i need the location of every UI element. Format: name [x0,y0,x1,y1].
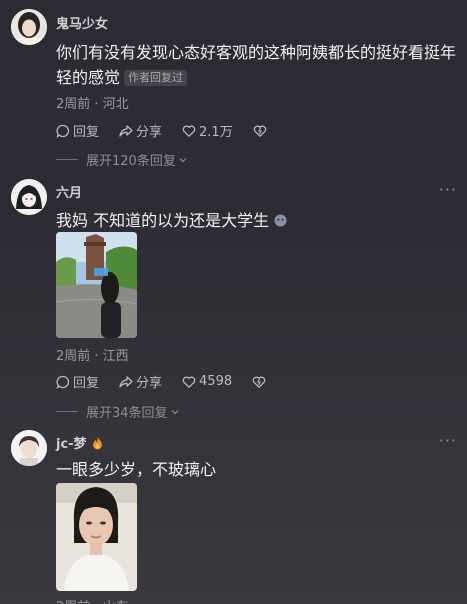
avatar[interactable] [11,430,47,466]
divider [56,159,78,160]
more-options-button[interactable]: ··· [439,180,457,199]
divider [56,411,78,412]
expand-replies-label: 展开120条回复 [86,154,176,169]
reply-icon [56,124,70,138]
comment-actions: 回复 分享 4598 [56,372,266,391]
reply-label: 回复 [73,125,100,140]
expand-replies[interactable]: 展开120条回复 [56,150,188,169]
expand-replies[interactable]: 展开34条回复 [56,402,180,421]
comment-text: 一眼多少岁，不玻璃心 [56,460,217,479]
chevron-down-icon [171,409,178,414]
comment-text-body: 我妈 不知道的以为还是大学生 [56,211,270,230]
comment-meta: 2周前 · 江西 [56,349,129,364]
heart-icon [182,376,196,388]
comment-actions: 回复 分享 2.1万 [56,121,267,140]
comment-meta: 2周前 · 山东 [56,596,129,604]
reply-button[interactable]: 回复 [56,372,99,391]
username[interactable]: 鬼马少女 [56,13,108,32]
like-count: 2.1万 [199,125,233,140]
expand-replies-label: 展开34条回复 [86,406,168,421]
comment-photo[interactable] [56,232,137,338]
dislike-icon [253,125,266,137]
share-label: 分享 [136,376,163,391]
like-count: 4598 [199,374,233,389]
heart-icon [182,125,196,137]
share-label: 分享 [136,125,163,140]
share-icon [119,375,133,388]
dislike-icon [252,376,266,388]
comment-meta: 2周前 · 河北 [56,97,129,112]
reply-icon [56,375,70,389]
fire-icon [93,437,103,450]
dislike-button[interactable] [253,124,267,138]
chevron-down-icon [179,157,187,162]
more-options-button[interactable]: ··· [439,431,457,450]
emoji-icon [274,214,287,227]
avatar[interactable] [11,9,47,45]
author-replied-badge: 作者回复过 [124,70,188,86]
share-button[interactable]: 分享 [119,372,162,391]
comment-text: 我妈 不知道的以为还是大学生 [56,208,456,233]
username[interactable]: 六月 [56,182,82,201]
avatar[interactable] [11,179,47,215]
comment-text: 你们有没有发现心态好客观的这种阿姨都长的挺好看挺年轻的感觉 作者回复过 [56,40,456,90]
reply-button[interactable]: 回复 [56,121,99,140]
like-button[interactable]: 4598 [182,374,232,389]
reply-label: 回复 [73,376,100,391]
comment-text-body: 你们有没有发现心态好客观的这种阿姨都长的挺好看挺年轻的感觉 [56,43,457,87]
comment-photo[interactable] [56,483,137,591]
username[interactable]: jc-梦 [56,433,104,452]
share-icon [119,124,133,137]
like-button[interactable]: 2.1万 [182,121,233,140]
username-text: jc-梦 [56,437,87,452]
share-button[interactable]: 分享 [119,121,162,140]
dislike-button[interactable] [252,375,266,389]
